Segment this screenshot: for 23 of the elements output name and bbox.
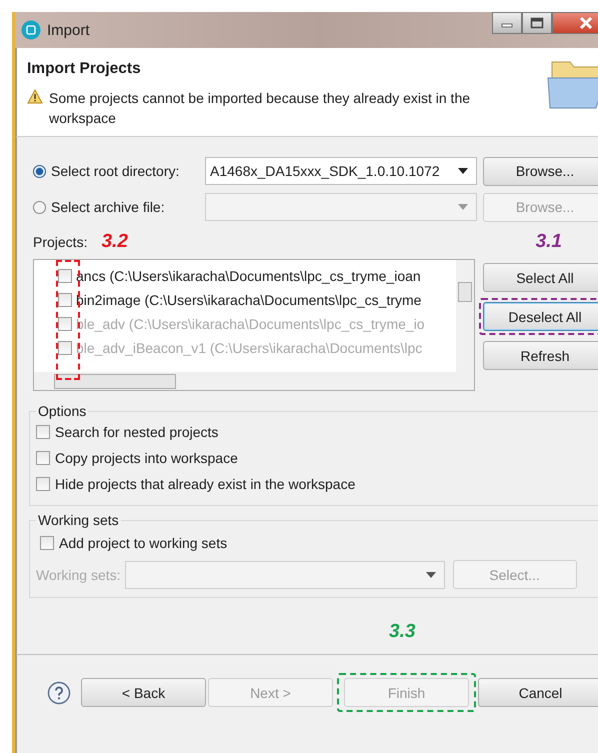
radio-button[interactable]: Select root directory: (33, 163, 205, 179)
project-item[interactable]: ancs (C:\Users\ikaracha\Documents\lpc_cs_tryme_ioan (58, 264, 474, 288)
annotation-label: 3.2 (101, 231, 128, 253)
directory-combo[interactable]: A1468x_DA15xxx_SDK_1.0.10.1072 (205, 157, 477, 185)
field-label: Working sets: (36, 566, 121, 582)
warning-message: Some projects cannot be imported because they already exist in the workspace (49, 89, 472, 128)
project-item[interactable]: bin2image (C:\Users\ikaracha\Documents\lpc_cs_tryme (58, 288, 474, 312)
deselect-all-button[interactable]: Deselect All (483, 302, 598, 331)
projects-label: Projects: (33, 234, 88, 250)
list-action-button[interactable]: Refresh (483, 341, 598, 370)
browse-button[interactable]: Browse... (483, 156, 598, 186)
page-title: Import Projects (27, 60, 142, 78)
group-title: Working sets (37, 512, 120, 528)
option-checkbox[interactable]: Copy projects into workspace (36, 445, 598, 471)
list-action-button[interactable]: Select All (483, 263, 598, 292)
group-title: Options (37, 403, 88, 419)
window-title: Import (47, 22, 90, 38)
wizard-button[interactable]: Cancel (478, 678, 598, 707)
annotation-label: 3.3 (389, 621, 416, 642)
annotation-label: 3.1 (536, 231, 562, 253)
option-checkbox[interactable]: Search for nested projects (36, 419, 598, 445)
wizard-button[interactable]: < Back (81, 678, 206, 707)
option-checkbox[interactable]: Hide projects that already exist in the workspace (36, 471, 598, 497)
